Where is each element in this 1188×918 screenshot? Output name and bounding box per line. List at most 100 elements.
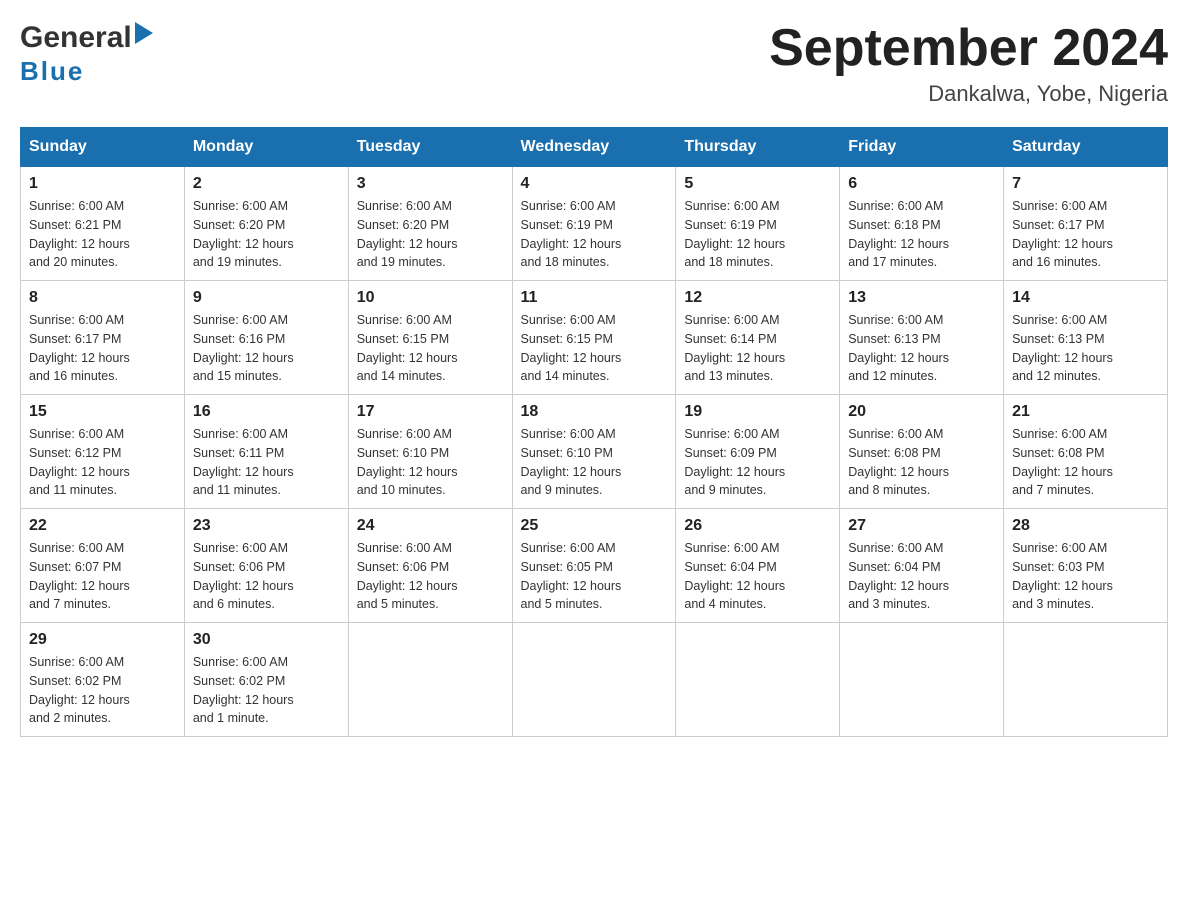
weekday-header-tuesday: Tuesday: [348, 128, 512, 167]
calendar-cell: 2Sunrise: 6:00 AMSunset: 6:20 PMDaylight…: [184, 167, 348, 281]
calendar-cell: 8 Sunrise: 6:00 AMSunset: 6:17 PMDaylight…: [21, 281, 185, 395]
day-number: 1: [29, 175, 176, 193]
day-info: Sunrise: 6:00 AMSunset: 6:04 PMDaylight:…: [684, 539, 831, 614]
calendar-cell: 23 Sunrise: 6:00 AMSunset: 6:06 PMDayligh…: [184, 509, 348, 623]
title-section: September 2024 Dankalwa, Yobe, Nigeria: [769, 20, 1168, 107]
day-number: 12: [684, 289, 831, 307]
day-info: Sunrise: 6:00 AMSunset: 6:14 PMDaylight:…: [684, 311, 831, 386]
calendar-cell: 15 Sunrise: 6:00 AMSunset: 6:12 PMDayligh…: [21, 395, 185, 509]
day-info: Sunrise: 6:00 AMSunset: 6:19 PMDaylight:…: [684, 197, 831, 272]
calendar-week-row-1: 1 Sunrise: 6:00 AMSunset: 6:21 PMDaylight…: [21, 167, 1168, 281]
day-number: 14: [1012, 289, 1159, 307]
calendar-cell: 4 Sunrise: 6:00 AMSunset: 6:19 PMDaylight…: [512, 167, 676, 281]
calendar-cell: 11Sunrise: 6:00 AMSunset: 6:15 PMDayligh…: [512, 281, 676, 395]
calendar-cell: [348, 623, 512, 737]
day-number: 15: [29, 403, 176, 421]
calendar-cell: 21 Sunrise: 6:00 AMSunset: 6:08 PMDayligh…: [1004, 395, 1168, 509]
calendar-cell: 14 Sunrise: 6:00 AMSunset: 6:13 PMDayligh…: [1004, 281, 1168, 395]
calendar-cell: 27 Sunrise: 6:00 AMSunset: 6:04 PMDayligh…: [840, 509, 1004, 623]
calendar-week-row-2: 8 Sunrise: 6:00 AMSunset: 6:17 PMDaylight…: [21, 281, 1168, 395]
day-number: 21: [1012, 403, 1159, 421]
calendar-cell: 25 Sunrise: 6:00 AMSunset: 6:05 PMDayligh…: [512, 509, 676, 623]
day-number: 30: [193, 631, 340, 649]
calendar-cell: 29Sunrise: 6:00 AMSunset: 6:02 PMDayligh…: [21, 623, 185, 737]
day-number: 2: [193, 175, 340, 193]
day-number: 27: [848, 517, 995, 535]
day-info: Sunrise: 6:00 AMSunset: 6:06 PMDaylight:…: [193, 539, 340, 614]
calendar-cell: 3 Sunrise: 6:00 AMSunset: 6:20 PMDaylight…: [348, 167, 512, 281]
day-number: 4: [521, 175, 668, 193]
day-number: 20: [848, 403, 995, 421]
day-info: Sunrise: 6:00 AMSunset: 6:13 PMDaylight:…: [1012, 311, 1159, 386]
weekday-header-saturday: Saturday: [1004, 128, 1168, 167]
calendar-cell: 24 Sunrise: 6:00 AMSunset: 6:06 PMDayligh…: [348, 509, 512, 623]
day-number: 16: [193, 403, 340, 421]
day-number: 26: [684, 517, 831, 535]
day-number: 17: [357, 403, 504, 421]
calendar-cell: [1004, 623, 1168, 737]
day-number: 9: [193, 289, 340, 307]
location-subtitle: Dankalwa, Yobe, Nigeria: [769, 81, 1168, 107]
day-info: Sunrise: 6:00 AMSunset: 6:10 PMDaylight:…: [521, 425, 668, 500]
day-info: Sunrise: 6:00 AMSunset: 6:11 PMDaylight:…: [193, 425, 340, 500]
day-info: Sunrise: 6:00 AMSunset: 6:12 PMDaylight:…: [29, 425, 176, 500]
day-number: 8: [29, 289, 176, 307]
page-header: General Blue September 2024 Dankalwa, Yo…: [20, 20, 1168, 107]
weekday-header-row: SundayMondayTuesdayWednesdayThursdayFrid…: [21, 128, 1168, 167]
calendar-table: SundayMondayTuesdayWednesdayThursdayFrid…: [20, 127, 1168, 737]
day-info: Sunrise: 6:00 AMSunset: 6:19 PMDaylight:…: [521, 197, 668, 272]
calendar-cell: 26 Sunrise: 6:00 AMSunset: 6:04 PMDayligh…: [676, 509, 840, 623]
day-number: 7: [1012, 175, 1159, 193]
day-number: 23: [193, 517, 340, 535]
calendar-cell: 16 Sunrise: 6:00 AMSunset: 6:11 PMDayligh…: [184, 395, 348, 509]
day-info: Sunrise: 6:00 AMSunset: 6:15 PMDaylight:…: [521, 311, 668, 386]
day-number: 24: [357, 517, 504, 535]
day-info: Sunrise: 6:00 AMSunset: 6:02 PMDaylight:…: [193, 653, 340, 728]
calendar-cell: [512, 623, 676, 737]
calendar-cell: [840, 623, 1004, 737]
day-info: Sunrise: 6:00 AMSunset: 6:08 PMDaylight:…: [848, 425, 995, 500]
day-info: Sunrise: 6:00 AMSunset: 6:20 PMDaylight:…: [357, 197, 504, 272]
calendar-cell: 5Sunrise: 6:00 AMSunset: 6:19 PMDaylight…: [676, 167, 840, 281]
calendar-cell: 17 Sunrise: 6:00 AMSunset: 6:10 PMDayligh…: [348, 395, 512, 509]
day-number: 10: [357, 289, 504, 307]
calendar-cell: 7 Sunrise: 6:00 AMSunset: 6:17 PMDaylight…: [1004, 167, 1168, 281]
month-year-title: September 2024: [769, 20, 1168, 77]
weekday-header-monday: Monday: [184, 128, 348, 167]
day-info: Sunrise: 6:00 AMSunset: 6:17 PMDaylight:…: [29, 311, 176, 386]
calendar-cell: 18 Sunrise: 6:00 AMSunset: 6:10 PMDayligh…: [512, 395, 676, 509]
weekday-header-thursday: Thursday: [676, 128, 840, 167]
weekday-header-wednesday: Wednesday: [512, 128, 676, 167]
weekday-header-friday: Friday: [840, 128, 1004, 167]
logo: General Blue: [20, 20, 153, 87]
day-info: Sunrise: 6:00 AMSunset: 6:13 PMDaylight:…: [848, 311, 995, 386]
calendar-week-row-3: 15 Sunrise: 6:00 AMSunset: 6:12 PMDayligh…: [21, 395, 1168, 509]
day-info: Sunrise: 6:00 AMSunset: 6:04 PMDaylight:…: [848, 539, 995, 614]
day-info: Sunrise: 6:00 AMSunset: 6:17 PMDaylight:…: [1012, 197, 1159, 272]
day-info: Sunrise: 6:00 AMSunset: 6:18 PMDaylight:…: [848, 197, 995, 272]
day-number: 19: [684, 403, 831, 421]
day-info: Sunrise: 6:00 AMSunset: 6:05 PMDaylight:…: [521, 539, 668, 614]
logo-arrow-icon: [135, 22, 153, 44]
day-info: Sunrise: 6:00 AMSunset: 6:09 PMDaylight:…: [684, 425, 831, 500]
logo-blue-text: Blue: [20, 56, 153, 87]
day-number: 18: [521, 403, 668, 421]
day-info: Sunrise: 6:00 AMSunset: 6:15 PMDaylight:…: [357, 311, 504, 386]
day-info: Sunrise: 6:00 AMSunset: 6:07 PMDaylight:…: [29, 539, 176, 614]
calendar-cell: 30 Sunrise: 6:00 AMSunset: 6:02 PMDayligh…: [184, 623, 348, 737]
calendar-cell: 19 Sunrise: 6:00 AMSunset: 6:09 PMDayligh…: [676, 395, 840, 509]
day-info: Sunrise: 6:00 AMSunset: 6:06 PMDaylight:…: [357, 539, 504, 614]
calendar-week-row-5: 29Sunrise: 6:00 AMSunset: 6:02 PMDayligh…: [21, 623, 1168, 737]
calendar-cell: 28Sunrise: 6:00 AMSunset: 6:03 PMDayligh…: [1004, 509, 1168, 623]
day-number: 25: [521, 517, 668, 535]
calendar-cell: 6 Sunrise: 6:00 AMSunset: 6:18 PMDaylight…: [840, 167, 1004, 281]
calendar-cell: 13Sunrise: 6:00 AMSunset: 6:13 PMDayligh…: [840, 281, 1004, 395]
day-number: 3: [357, 175, 504, 193]
day-info: Sunrise: 6:00 AMSunset: 6:21 PMDaylight:…: [29, 197, 176, 272]
day-info: Sunrise: 6:00 AMSunset: 6:03 PMDaylight:…: [1012, 539, 1159, 614]
day-number: 6: [848, 175, 995, 193]
calendar-cell: 20 Sunrise: 6:00 AMSunset: 6:08 PMDayligh…: [840, 395, 1004, 509]
day-info: Sunrise: 6:00 AMSunset: 6:08 PMDaylight:…: [1012, 425, 1159, 500]
day-number: 22: [29, 517, 176, 535]
day-info: Sunrise: 6:00 AMSunset: 6:10 PMDaylight:…: [357, 425, 504, 500]
